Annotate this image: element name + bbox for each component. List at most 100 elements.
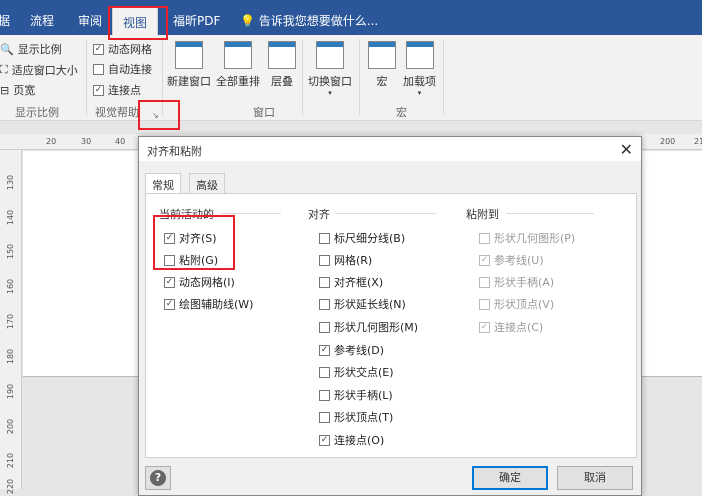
col2-option-checkbox[interactable]: 形状手柄(L) xyxy=(319,387,393,403)
tab-review[interactable]: 审阅 xyxy=(78,12,102,29)
option-label: 形状几何图形(M) xyxy=(334,321,419,334)
checked-checkbox-icon: ✓ xyxy=(319,344,330,356)
dialog-title: 对齐和粘附 xyxy=(139,137,641,161)
divider xyxy=(86,39,87,115)
col2-option-checkbox[interactable]: 形状顶点(T) xyxy=(319,409,393,425)
ruler-label: 220 xyxy=(6,478,16,495)
option-label: 绘图辅助线(W) xyxy=(179,298,254,311)
cancel-button[interactable]: 取消 xyxy=(557,466,633,490)
highlight-box xyxy=(153,215,235,270)
col3-option-checkbox: ✓ 连接点(C) xyxy=(479,319,543,335)
checkbox-icon xyxy=(319,321,330,333)
magnifier-icon: 🔍 xyxy=(0,42,14,56)
new-window-icon xyxy=(175,41,203,69)
tab-data[interactable]: 据 xyxy=(0,12,10,29)
ruler-label: 40 xyxy=(115,137,126,146)
col2-option-checkbox[interactable]: ✓ 参考线(D) xyxy=(319,342,384,358)
auto-connect-checkbox[interactable]: 自动连接 xyxy=(93,61,152,77)
checkbox-icon xyxy=(319,366,330,378)
add-ins-button[interactable]: 加载项 ▾ xyxy=(403,41,436,97)
arrange-all-button[interactable]: 全部重排 xyxy=(216,41,260,89)
option-label: 标尺细分线(B) xyxy=(334,232,406,245)
divider xyxy=(506,213,594,214)
add-ins-icon xyxy=(405,41,434,69)
help-button[interactable]: ? xyxy=(145,466,171,490)
checkbox-icon: ✓ xyxy=(93,43,104,55)
ruler-label: 170 xyxy=(6,313,16,330)
checkbox-icon xyxy=(319,389,330,401)
col2-option-checkbox[interactable]: ✓ 连接点(O) xyxy=(319,432,384,448)
vertical-ruler: 130 140 150 160 170 180 190 200 210 220 xyxy=(0,150,22,494)
checkbox-icon xyxy=(319,276,330,288)
ruler-label: 130 xyxy=(6,174,16,191)
divider xyxy=(443,39,444,115)
ruler-label: 20 xyxy=(46,137,57,146)
checked-checkbox-icon: ✓ xyxy=(319,434,330,446)
new-window-button[interactable]: 新建窗口 xyxy=(167,41,211,89)
checkbox-icon xyxy=(319,298,330,310)
fit-icon: ⛶ xyxy=(0,63,8,76)
cascade-icon xyxy=(268,41,296,69)
col2-option-checkbox[interactable]: 形状延长线(N) xyxy=(319,296,406,312)
option-label: 形状手柄(A) xyxy=(494,276,555,289)
arrange-all-icon xyxy=(224,41,252,69)
help-icon: ? xyxy=(150,470,166,486)
checkbox-icon xyxy=(93,63,104,75)
option-label: 形状几何图形(P) xyxy=(494,232,576,245)
macros-icon xyxy=(368,41,396,69)
col2-option-checkbox[interactable]: 形状几何图形(M) xyxy=(319,319,418,335)
switch-window-button[interactable]: 切换窗口 ▾ xyxy=(308,41,352,97)
ruler-label: 200 xyxy=(6,418,16,435)
tab-foxit-pdf[interactable]: 福昕PDF xyxy=(173,12,220,29)
fit-to-window-button[interactable]: ⛶ 适应窗口大小 xyxy=(0,62,78,78)
col2-option-checkbox[interactable]: 标尺细分线(B) xyxy=(319,230,405,246)
checkbox-icon xyxy=(319,254,330,266)
option-label: 参考线(D) xyxy=(334,344,385,357)
col3-option-checkbox: ✓ 参考线(U) xyxy=(479,252,544,268)
checked-checkbox-icon: ✓ xyxy=(479,254,490,266)
page-width-icon: ⊟ xyxy=(0,83,10,97)
switch-window-icon xyxy=(316,41,344,69)
connection-points-checkbox[interactable]: ✓ 连接点 xyxy=(93,82,141,98)
snap-glue-dialog: 对齐和粘附 ✕ 常规 高级 当前活动的 对齐 粘附到 ✓ 对齐(S) 粘附(G) ✓ 动… xyxy=(138,136,642,496)
zoom-button[interactable]: 🔍 显示比例 xyxy=(0,41,62,57)
option-label: 连接点(O) xyxy=(334,434,385,447)
checkbox-icon xyxy=(319,232,330,244)
checkbox-icon xyxy=(319,411,330,423)
option-label: 形状手柄(L) xyxy=(334,389,393,402)
ok-button[interactable]: 确定 xyxy=(472,466,548,490)
tell-me-search[interactable]: 💡 告诉我您想要做什么... xyxy=(240,12,378,29)
option-label: 对齐框(X) xyxy=(334,276,384,289)
close-icon[interactable]: ✕ xyxy=(620,140,633,159)
highlight-box xyxy=(138,100,180,130)
checkbox-icon xyxy=(479,276,490,288)
col2-option-checkbox[interactable]: 网格(R) xyxy=(319,252,372,268)
checked-checkbox-icon: ✓ xyxy=(164,276,175,288)
dynamic-grid-checkbox[interactable]: ✓ 动态网格 xyxy=(93,41,152,57)
divider xyxy=(221,213,281,214)
option-label: 形状顶点(V) xyxy=(494,298,555,311)
col1-option-checkbox[interactable]: ✓ 绘图辅助线(W) xyxy=(164,296,253,312)
col1-option-checkbox[interactable]: ✓ 动态网格(I) xyxy=(164,274,235,290)
ruler-label: 140 xyxy=(6,209,16,226)
divider xyxy=(302,39,303,115)
ruler-label: 30 xyxy=(81,137,92,146)
tab-advanced[interactable]: 高级 xyxy=(189,173,225,194)
option-label: 连接点(C) xyxy=(494,321,544,334)
checked-checkbox-icon: ✓ xyxy=(164,298,175,310)
col2-option-checkbox[interactable]: 形状交点(E) xyxy=(319,364,394,380)
option-label: 形状延长线(N) xyxy=(334,298,406,311)
tab-general[interactable]: 常规 xyxy=(145,173,181,195)
ruler-label: 160 xyxy=(6,278,16,295)
col2-option-checkbox[interactable]: 对齐框(X) xyxy=(319,274,383,290)
page-width-button[interactable]: ⊟ 页宽 xyxy=(0,82,35,98)
cascade-button[interactable]: 层叠 xyxy=(268,41,296,89)
option-label: 形状顶点(T) xyxy=(334,411,394,424)
tab-process[interactable]: 流程 xyxy=(30,12,54,29)
option-label: 参考线(U) xyxy=(494,254,544,267)
ruler-label: 200 xyxy=(660,137,676,146)
divider xyxy=(336,213,436,214)
group-label-window: 窗口 xyxy=(253,106,275,119)
snap-header: 对齐 xyxy=(308,206,448,222)
macros-button[interactable]: 宏 xyxy=(368,41,396,89)
